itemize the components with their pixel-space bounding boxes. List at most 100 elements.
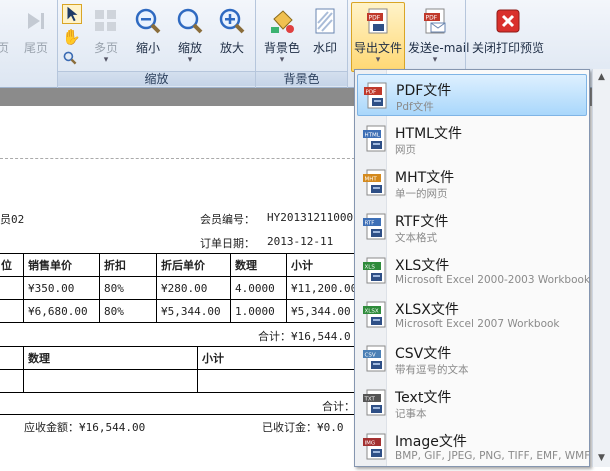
zoom-icon xyxy=(177,8,203,34)
last-page-icon xyxy=(28,13,44,29)
chevron-down-icon: ▾ xyxy=(103,55,109,65)
menu-item-name: CSV文件 xyxy=(395,346,452,362)
table-cell: 80% xyxy=(99,276,157,300)
multi-page-icon xyxy=(95,10,116,31)
pointer-tool-button[interactable] xyxy=(62,4,82,24)
rtf-file-icon: RTF xyxy=(363,213,386,240)
table-cell: 80% xyxy=(99,299,157,323)
received-deposit: 已收订金：¥0.0 xyxy=(262,421,344,434)
hand-tool-button[interactable]: ✋ xyxy=(62,28,82,48)
table-cell xyxy=(0,299,24,323)
table-row xyxy=(0,369,368,393)
table-header: 数理 xyxy=(230,253,287,277)
menu-item-description: 网页 xyxy=(395,144,416,156)
zoom-out-button[interactable]: 缩小 xyxy=(130,2,166,68)
member-no-value: HY20131211000 xyxy=(267,211,354,224)
table-cell: ¥6,680.00 xyxy=(23,299,100,323)
menu-item-name: XLS文件 xyxy=(395,258,450,274)
menu-item-text[interactable]: TXT Text文件 记事本 xyxy=(357,382,587,424)
menu-item-pdf[interactable]: PDF PDF文件 Pdf文件 xyxy=(357,74,587,116)
html-file-icon: HTML xyxy=(363,125,386,152)
table-cell: 1.0000 xyxy=(230,299,287,323)
background-group: 背景色 ▾ 水印 背景色 xyxy=(256,0,348,88)
svg-text:TXT: TXT xyxy=(364,396,376,402)
svg-text:PDF: PDF xyxy=(369,15,381,22)
menu-item-mht[interactable]: MHT MHT文件 单一的网页 xyxy=(357,162,587,204)
items-table: 位 销售单价 折扣 折后单价 数理 小计 ¥350.00 80% ¥280.00… xyxy=(0,253,367,323)
svg-text:PDF: PDF xyxy=(426,15,438,22)
export-format-menu: PDF PDF文件 Pdf文件 HTML HTML文件 网页 MHT MHT文件 单一的网页 RT… xyxy=(354,69,590,467)
small-magnifier-icon xyxy=(63,51,77,65)
table-cell: ¥5,344.00 xyxy=(156,299,231,323)
menu-item-name: MHT文件 xyxy=(395,170,455,186)
magnifier-tool-button[interactable] xyxy=(62,50,82,70)
separator-line xyxy=(0,158,360,159)
svg-text:CSV: CSV xyxy=(365,352,376,358)
email-icon: PDF xyxy=(424,8,446,34)
last-page-button[interactable]: 尾页 xyxy=(18,2,54,68)
menu-item-html[interactable]: HTML HTML文件网页 xyxy=(357,118,587,160)
send-email-button[interactable]: PDF 发送e-mail ▾ xyxy=(407,2,469,68)
order-date-value: 2013-12-11 xyxy=(267,235,334,248)
paint-bucket-icon xyxy=(271,10,294,33)
receivable-amount: 应收金额：¥16,544.00 xyxy=(24,421,146,434)
menu-item-image[interactable]: IMG Image文件 BMP, GIF, JPEG, PNG, TIFF, EMF… xyxy=(357,426,591,468)
subtotal-2: 合计： xyxy=(322,400,355,413)
menu-item-description: Microsoft Excel 2000-2003 Workbook xyxy=(395,274,591,286)
watermark-button[interactable]: 水印 xyxy=(306,2,344,68)
menu-item-csv[interactable]: CSV CSV文件带有逗号的文本 xyxy=(357,338,587,380)
subtotal-1: 合计：¥16,544.0 xyxy=(258,330,351,343)
scroll-down-arrow-icon[interactable]: ▼ xyxy=(593,450,610,467)
close-print-preview-button[interactable]: 关闭打印预览 xyxy=(468,2,548,68)
background-color-button[interactable]: 背景色 ▾ xyxy=(260,2,304,68)
table-cell xyxy=(197,369,368,393)
menu-item-description: 记事本 xyxy=(395,408,427,420)
zoom-in-icon xyxy=(219,8,245,34)
export-file-button[interactable]: PDF 导出文件 ▾ xyxy=(351,2,405,72)
pdf-file-icon: PDF xyxy=(364,82,387,109)
menu-item-name: HTML文件 xyxy=(395,126,462,142)
navigation-group: 页 尾页 xyxy=(0,0,58,88)
prev-page-button[interactable]: 页 xyxy=(0,2,14,68)
xls-file-icon: XLS xyxy=(363,257,386,284)
menu-item-description: 带有逗号的文本 xyxy=(395,364,469,376)
menu-item-description: Pdf文件 xyxy=(396,101,434,113)
table-header: 数理 xyxy=(23,346,198,370)
menu-item-rtf[interactable]: RTF RTF文件 文本格式 xyxy=(357,206,587,248)
svg-text:HTML: HTML xyxy=(365,132,381,138)
table-header: 小计 xyxy=(197,346,368,370)
text-file-icon: TXT xyxy=(363,389,386,416)
summary-table: 数理 小计 xyxy=(0,346,368,393)
table-header: 销售单价 xyxy=(23,253,100,277)
menu-item-name: Image文件 xyxy=(395,434,467,450)
table-row: ¥350.00 80% ¥280.00 4.0000 ¥11,200.00 xyxy=(0,276,367,300)
table-cell: ¥280.00 xyxy=(156,276,231,300)
mht-file-icon: MHT xyxy=(363,169,386,196)
svg-text:RTF: RTF xyxy=(365,220,375,226)
svg-text:PDF: PDF xyxy=(366,89,377,95)
background-group-label: 背景色 xyxy=(256,71,347,86)
svg-text:XLS: XLS xyxy=(365,264,376,270)
menu-item-xlsx[interactable]: XLSX XLSX文件 Microsoft Excel 2007 Workbook xyxy=(357,294,587,336)
table-cell: ¥350.00 xyxy=(23,276,100,300)
multi-page-button[interactable]: 多页 ▾ xyxy=(86,2,126,68)
zoom-button[interactable]: 缩放 ▾ xyxy=(170,2,210,68)
chevron-down-icon: ▾ xyxy=(375,55,381,65)
menu-item-description: BMP, GIF, JPEG, PNG, TIFF, EMF, WMF xyxy=(395,450,591,462)
table-cell xyxy=(0,369,24,393)
table-row: ¥6,680.00 80% ¥5,344.00 1.0000 ¥5,344.00 xyxy=(0,299,367,323)
table-header xyxy=(0,346,24,370)
table-header-row: 位 销售单价 折扣 折后单价 数理 小计 xyxy=(0,253,367,277)
order-date-label: 订单日期： xyxy=(200,237,255,250)
table-cell xyxy=(0,276,24,300)
scroll-up-arrow-icon[interactable]: ▲ xyxy=(593,69,610,86)
menu-item-xls[interactable]: XLS XLS文件 Microsoft Excel 2000-2003 Workbo… xyxy=(357,250,591,292)
svg-text:XLSX: XLSX xyxy=(365,308,379,314)
chevron-down-icon: ▾ xyxy=(279,55,285,65)
vertical-scrollbar[interactable]: ▲ ▼ xyxy=(592,69,610,467)
pointer-icon xyxy=(67,6,78,22)
menu-item-name: RTF文件 xyxy=(395,214,449,230)
zoom-in-button[interactable]: 放大 xyxy=(214,2,250,68)
close-icon xyxy=(496,9,520,33)
menu-item-name: XLSX文件 xyxy=(395,302,459,318)
